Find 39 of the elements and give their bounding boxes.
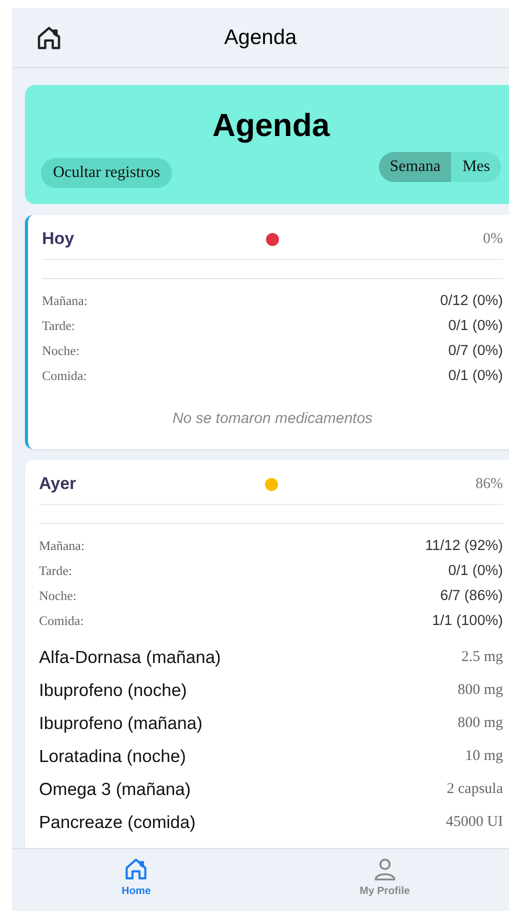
period-value: 6/7 (86%) (440, 588, 503, 604)
medication-name: Alfa-Dornasa (mañana) (39, 647, 221, 668)
medication-name: Loratadina (noche) (39, 746, 186, 767)
medication-name: Pancreaze (comida) (39, 812, 196, 833)
period-value: 0/7 (0%) (448, 342, 503, 358)
period-label: Tarde: (39, 562, 72, 578)
period-label: Tarde: (42, 318, 76, 334)
agenda-title: Agenda (212, 107, 330, 144)
period-value: 0/1 (0%) (448, 562, 503, 578)
medication-name: Omega 3 (mañana) (39, 779, 191, 800)
medication-name: Ibuprofeno (noche) (39, 680, 187, 701)
empty-message: No se tomaron medicamentos (171, 410, 374, 427)
medication-dose: 10 mg (465, 748, 503, 765)
medication-dose: 800 mg (458, 715, 503, 732)
medication-dose: 800 mg (458, 682, 503, 699)
range-tab[interactable]: Mes (451, 152, 501, 182)
period-value: 0/1 (0%) (448, 368, 503, 384)
period-value: 11/12 (92%) (425, 538, 503, 554)
header-title: Agenda (224, 26, 297, 48)
period-value: 1/1 (100%) (432, 612, 503, 628)
period-label: Mañana: (42, 292, 88, 308)
period-label: Noche: (39, 588, 77, 604)
hide-records-button[interactable]: Ocultar registros (41, 158, 172, 188)
period-label: Comida: (39, 612, 84, 628)
day-percent: 86% (476, 476, 503, 492)
medication-dose: 45000 UI (446, 814, 503, 831)
range-tab[interactable]: Semana (378, 152, 452, 182)
nav-tab[interactable]: Home (12, 849, 260, 911)
medication-dose: 2 capsula (446, 781, 503, 798)
period-label: Mañana: (39, 538, 84, 554)
medication-dose: 2.5 mg (461, 649, 503, 666)
period-label: Comida: (42, 368, 87, 384)
period-value: 0/1 (0%) (448, 318, 503, 334)
day-percent: 0% (483, 230, 503, 246)
period-label: Noche: (42, 342, 80, 358)
day-title: Ayer (39, 474, 76, 493)
period-value: 0/12 (0%) (440, 292, 503, 308)
day-title: Hoy (42, 229, 74, 248)
medication-name: Ibuprofeno (mañana) (39, 713, 202, 734)
